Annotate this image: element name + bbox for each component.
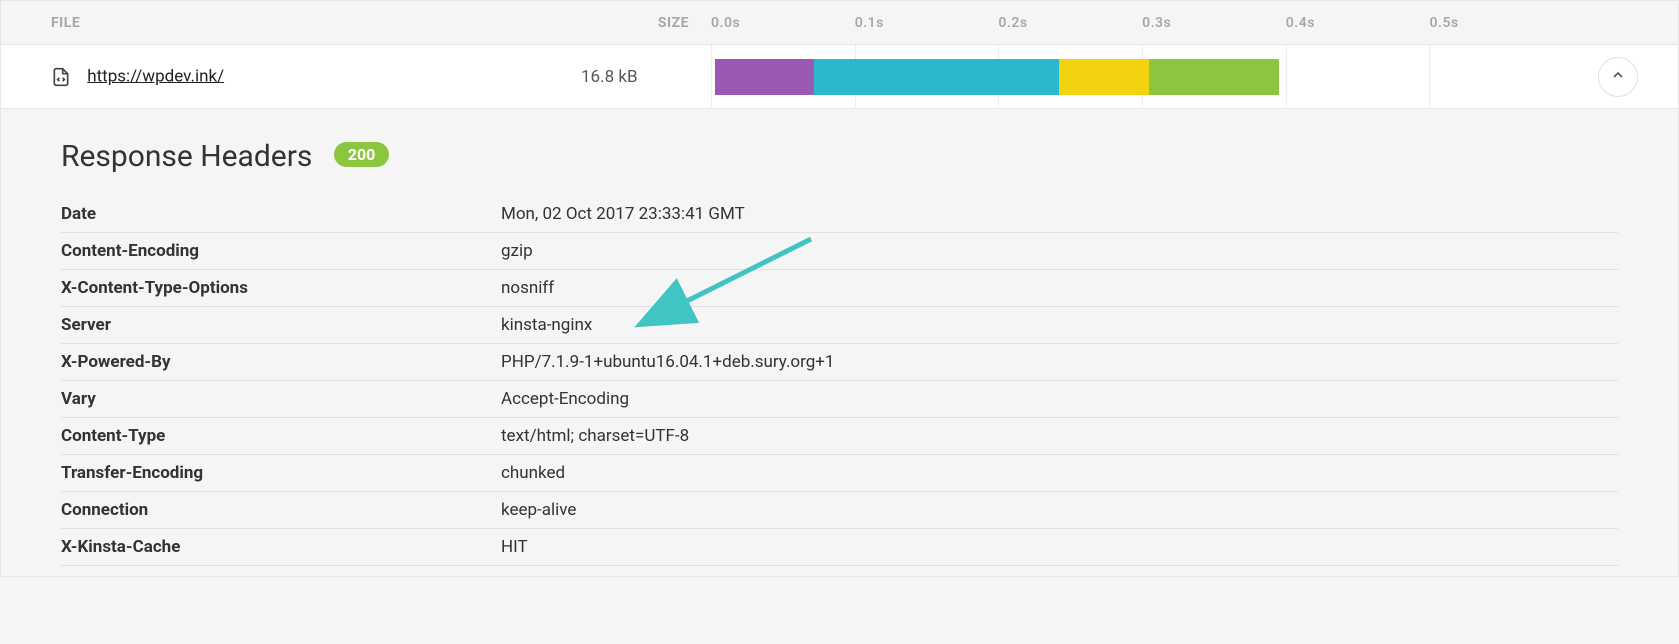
- chevron-up-icon: [1610, 67, 1626, 87]
- header-value: PHP/7.1.9-1+ubuntu16.04.1+deb.sury.org+1: [501, 352, 1618, 372]
- waterfall-segment-connect: [814, 59, 1059, 95]
- header-value: keep-alive: [501, 500, 1618, 520]
- header-row: Transfer-Encodingchunked: [61, 455, 1618, 492]
- header-value: nosniff: [501, 278, 1618, 298]
- header-row: X-Content-Type-Optionsnosniff: [61, 270, 1618, 307]
- header-value: text/html; charset=UTF-8: [501, 426, 1618, 446]
- request-row[interactable]: https://wpdev.ink/ 16.8 kB: [1, 45, 1678, 109]
- timeline-scale: 0.0s 0.1s 0.2s 0.3s 0.4s 0.5s: [711, 1, 1598, 44]
- header-value: chunked: [501, 463, 1618, 483]
- header-row: Content-Typetext/html; charset=UTF-8: [61, 418, 1618, 455]
- waterfall-panel: FILE SIZE 0.0s 0.1s 0.2s 0.3s 0.4s 0.5s https…: [0, 0, 1679, 577]
- request-file-cell: https://wpdev.ink/: [21, 66, 581, 88]
- timeline-gridline: [1429, 45, 1430, 109]
- header-key: Connection: [61, 500, 501, 520]
- header-key: X-Content-Type-Options: [61, 278, 501, 298]
- header-value: HIT: [501, 537, 1618, 557]
- header-key: X-Kinsta-Cache: [61, 537, 501, 557]
- timeline-tick: 0.4s: [1286, 1, 1315, 44]
- timeline-tick: 0.3s: [1142, 1, 1171, 44]
- response-headers-table: DateMon, 02 Oct 2017 23:33:41 GMTContent…: [61, 196, 1618, 566]
- response-details: Response Headers 200 DateMon, 02 Oct 201…: [1, 109, 1678, 576]
- file-code-icon: [51, 66, 71, 88]
- header-key: Content-Encoding: [61, 241, 501, 261]
- header-key: X-Powered-By: [61, 352, 501, 372]
- timeline-gridline: [1286, 45, 1287, 109]
- header-key: Date: [61, 204, 501, 224]
- header-row: X-Kinsta-CacheHIT: [61, 529, 1618, 566]
- header-row: Serverkinsta-nginx: [61, 307, 1618, 344]
- response-headers-title: Response Headers: [61, 139, 312, 174]
- header-row: DateMon, 02 Oct 2017 23:33:41 GMT: [61, 196, 1618, 233]
- waterfall-segment-wait: [1149, 59, 1279, 95]
- timeline-tick: 0.5s: [1429, 1, 1458, 44]
- timeline-tick: 0.0s: [711, 1, 740, 44]
- request-url-link[interactable]: https://wpdev.ink/: [87, 66, 224, 86]
- header-key: Vary: [61, 389, 501, 409]
- column-header-file: FILE: [21, 15, 581, 31]
- header-key: Server: [61, 315, 501, 335]
- request-size: 16.8 kB: [581, 67, 711, 87]
- header-value: gzip: [501, 241, 1618, 261]
- header-key: Transfer-Encoding: [61, 463, 501, 483]
- header-key: Content-Type: [61, 426, 501, 446]
- header-row: VaryAccept-Encoding: [61, 381, 1618, 418]
- waterfall-bar: [711, 59, 1598, 95]
- header-row: Connectionkeep-alive: [61, 492, 1618, 529]
- header-value: Accept-Encoding: [501, 389, 1618, 409]
- toggle-cell: [1598, 57, 1658, 97]
- header-value: kinsta-nginx: [501, 315, 1618, 335]
- collapse-button[interactable]: [1598, 57, 1638, 97]
- timeline-tick: 0.1s: [855, 1, 884, 44]
- timeline-gridline: [711, 45, 712, 109]
- header-row: Content-Encodinggzip: [61, 233, 1618, 270]
- status-badge: 200: [334, 142, 390, 167]
- waterfall-segment-blocked: [715, 59, 814, 95]
- waterfall-segment-send: [1059, 59, 1149, 95]
- header-value: Mon, 02 Oct 2017 23:33:41 GMT: [501, 204, 1618, 224]
- column-header-size: SIZE: [581, 15, 711, 31]
- timeline-tick: 0.2s: [998, 1, 1027, 44]
- column-header-row: FILE SIZE 0.0s 0.1s 0.2s 0.3s 0.4s 0.5s: [1, 1, 1678, 45]
- header-row: X-Powered-ByPHP/7.1.9-1+ubuntu16.04.1+de…: [61, 344, 1618, 381]
